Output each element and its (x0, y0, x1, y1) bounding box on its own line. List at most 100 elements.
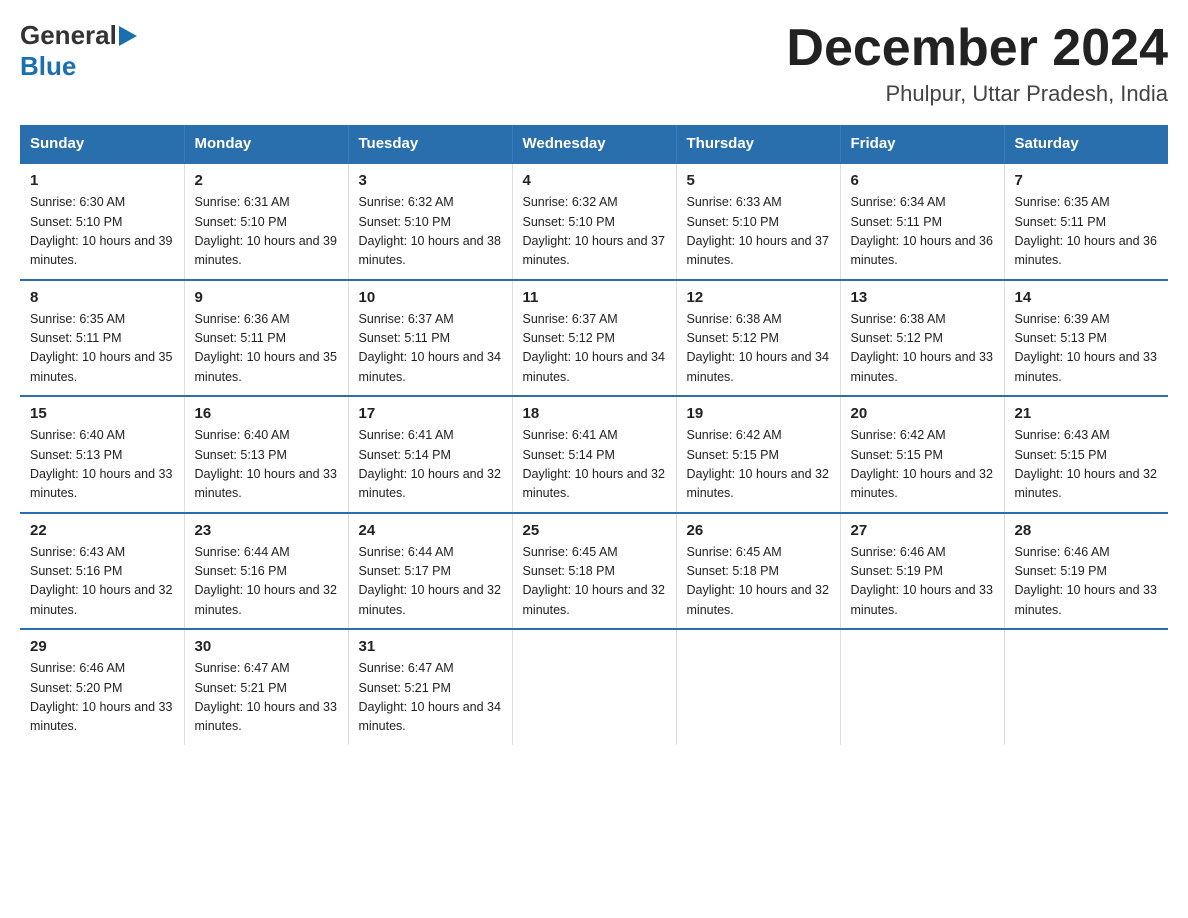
day-info: Sunrise: 6:44 AMSunset: 5:17 PMDaylight:… (359, 543, 502, 621)
calendar-header-tuesday: Tuesday (348, 125, 512, 163)
day-number: 29 (30, 638, 174, 655)
calendar-cell: 14 Sunrise: 6:39 AMSunset: 5:13 PMDaylig… (1004, 280, 1168, 397)
calendar-cell: 3 Sunrise: 6:32 AMSunset: 5:10 PMDayligh… (348, 163, 512, 280)
day-info: Sunrise: 6:41 AMSunset: 5:14 PMDaylight:… (359, 426, 502, 504)
calendar-header-friday: Friday (840, 125, 1004, 163)
day-info: Sunrise: 6:32 AMSunset: 5:10 PMDaylight:… (359, 193, 502, 271)
day-info: Sunrise: 6:42 AMSunset: 5:15 PMDaylight:… (687, 426, 830, 504)
day-info: Sunrise: 6:46 AMSunset: 5:19 PMDaylight:… (1015, 543, 1159, 621)
calendar-cell: 9 Sunrise: 6:36 AMSunset: 5:11 PMDayligh… (184, 280, 348, 397)
day-number: 18 (523, 405, 666, 422)
day-info: Sunrise: 6:36 AMSunset: 5:11 PMDaylight:… (195, 310, 338, 388)
logo: General Blue (20, 20, 139, 82)
day-number: 25 (523, 522, 666, 539)
calendar-cell: 7 Sunrise: 6:35 AMSunset: 5:11 PMDayligh… (1004, 163, 1168, 280)
calendar-cell: 23 Sunrise: 6:44 AMSunset: 5:16 PMDaylig… (184, 513, 348, 630)
day-info: Sunrise: 6:38 AMSunset: 5:12 PMDaylight:… (687, 310, 830, 388)
day-number: 21 (1015, 405, 1159, 422)
day-info: Sunrise: 6:45 AMSunset: 5:18 PMDaylight:… (523, 543, 666, 621)
calendar-header-saturday: Saturday (1004, 125, 1168, 163)
day-number: 2 (195, 172, 338, 189)
day-info: Sunrise: 6:45 AMSunset: 5:18 PMDaylight:… (687, 543, 830, 621)
calendar-cell: 17 Sunrise: 6:41 AMSunset: 5:14 PMDaylig… (348, 396, 512, 513)
day-number: 24 (359, 522, 502, 539)
calendar-cell: 20 Sunrise: 6:42 AMSunset: 5:15 PMDaylig… (840, 396, 1004, 513)
day-number: 20 (851, 405, 994, 422)
calendar-cell: 19 Sunrise: 6:42 AMSunset: 5:15 PMDaylig… (676, 396, 840, 513)
day-number: 8 (30, 289, 174, 306)
logo-text-blue: Blue (20, 51, 76, 81)
day-info: Sunrise: 6:35 AMSunset: 5:11 PMDaylight:… (1015, 193, 1159, 271)
logo-arrow-icon (117, 25, 139, 47)
day-number: 10 (359, 289, 502, 306)
day-number: 11 (523, 289, 666, 306)
day-info: Sunrise: 6:38 AMSunset: 5:12 PMDaylight:… (851, 310, 994, 388)
day-info: Sunrise: 6:39 AMSunset: 5:13 PMDaylight:… (1015, 310, 1159, 388)
day-number: 3 (359, 172, 502, 189)
page-title: December 2024 (786, 20, 1168, 77)
day-info: Sunrise: 6:30 AMSunset: 5:10 PMDaylight:… (30, 193, 174, 271)
day-info: Sunrise: 6:42 AMSunset: 5:15 PMDaylight:… (851, 426, 994, 504)
day-number: 12 (687, 289, 830, 306)
day-number: 30 (195, 638, 338, 655)
calendar-cell: 24 Sunrise: 6:44 AMSunset: 5:17 PMDaylig… (348, 513, 512, 630)
calendar-cell (1004, 629, 1168, 745)
day-number: 26 (687, 522, 830, 539)
day-number: 9 (195, 289, 338, 306)
calendar-cell: 10 Sunrise: 6:37 AMSunset: 5:11 PMDaylig… (348, 280, 512, 397)
day-number: 1 (30, 172, 174, 189)
day-number: 31 (359, 638, 502, 655)
calendar-cell: 16 Sunrise: 6:40 AMSunset: 5:13 PMDaylig… (184, 396, 348, 513)
day-number: 27 (851, 522, 994, 539)
day-info: Sunrise: 6:47 AMSunset: 5:21 PMDaylight:… (195, 659, 338, 737)
day-number: 5 (687, 172, 830, 189)
logo-text-general: General (20, 20, 117, 51)
day-number: 13 (851, 289, 994, 306)
day-number: 28 (1015, 522, 1159, 539)
day-info: Sunrise: 6:32 AMSunset: 5:10 PMDaylight:… (523, 193, 666, 271)
calendar-table: SundayMondayTuesdayWednesdayThursdayFrid… (20, 125, 1168, 745)
calendar-cell: 21 Sunrise: 6:43 AMSunset: 5:15 PMDaylig… (1004, 396, 1168, 513)
day-number: 19 (687, 405, 830, 422)
calendar-week-row: 8 Sunrise: 6:35 AMSunset: 5:11 PMDayligh… (20, 280, 1168, 397)
calendar-cell: 8 Sunrise: 6:35 AMSunset: 5:11 PMDayligh… (20, 280, 184, 397)
day-info: Sunrise: 6:46 AMSunset: 5:20 PMDaylight:… (30, 659, 174, 737)
day-info: Sunrise: 6:43 AMSunset: 5:16 PMDaylight:… (30, 543, 174, 621)
calendar-cell (840, 629, 1004, 745)
day-info: Sunrise: 6:43 AMSunset: 5:15 PMDaylight:… (1015, 426, 1159, 504)
calendar-cell: 5 Sunrise: 6:33 AMSunset: 5:10 PMDayligh… (676, 163, 840, 280)
day-info: Sunrise: 6:34 AMSunset: 5:11 PMDaylight:… (851, 193, 994, 271)
calendar-week-row: 15 Sunrise: 6:40 AMSunset: 5:13 PMDaylig… (20, 396, 1168, 513)
calendar-cell: 12 Sunrise: 6:38 AMSunset: 5:12 PMDaylig… (676, 280, 840, 397)
calendar-week-row: 1 Sunrise: 6:30 AMSunset: 5:10 PMDayligh… (20, 163, 1168, 280)
day-info: Sunrise: 6:41 AMSunset: 5:14 PMDaylight:… (523, 426, 666, 504)
calendar-cell: 2 Sunrise: 6:31 AMSunset: 5:10 PMDayligh… (184, 163, 348, 280)
day-number: 22 (30, 522, 174, 539)
calendar-cell: 30 Sunrise: 6:47 AMSunset: 5:21 PMDaylig… (184, 629, 348, 745)
calendar-cell (676, 629, 840, 745)
day-number: 7 (1015, 172, 1159, 189)
calendar-cell: 29 Sunrise: 6:46 AMSunset: 5:20 PMDaylig… (20, 629, 184, 745)
day-number: 23 (195, 522, 338, 539)
calendar-cell: 1 Sunrise: 6:30 AMSunset: 5:10 PMDayligh… (20, 163, 184, 280)
calendar-cell: 26 Sunrise: 6:45 AMSunset: 5:18 PMDaylig… (676, 513, 840, 630)
calendar-cell: 13 Sunrise: 6:38 AMSunset: 5:12 PMDaylig… (840, 280, 1004, 397)
calendar-header-sunday: Sunday (20, 125, 184, 163)
calendar-cell: 31 Sunrise: 6:47 AMSunset: 5:21 PMDaylig… (348, 629, 512, 745)
day-number: 6 (851, 172, 994, 189)
calendar-week-row: 22 Sunrise: 6:43 AMSunset: 5:16 PMDaylig… (20, 513, 1168, 630)
calendar-cell: 11 Sunrise: 6:37 AMSunset: 5:12 PMDaylig… (512, 280, 676, 397)
calendar-cell: 22 Sunrise: 6:43 AMSunset: 5:16 PMDaylig… (20, 513, 184, 630)
calendar-week-row: 29 Sunrise: 6:46 AMSunset: 5:20 PMDaylig… (20, 629, 1168, 745)
calendar-header-monday: Monday (184, 125, 348, 163)
day-info: Sunrise: 6:44 AMSunset: 5:16 PMDaylight:… (195, 543, 338, 621)
page-header: General Blue December 2024 Phulpur, Utta… (20, 20, 1168, 107)
calendar-cell: 6 Sunrise: 6:34 AMSunset: 5:11 PMDayligh… (840, 163, 1004, 280)
day-info: Sunrise: 6:37 AMSunset: 5:12 PMDaylight:… (523, 310, 666, 388)
title-section: December 2024 Phulpur, Uttar Pradesh, In… (786, 20, 1168, 107)
day-info: Sunrise: 6:33 AMSunset: 5:10 PMDaylight:… (687, 193, 830, 271)
day-info: Sunrise: 6:40 AMSunset: 5:13 PMDaylight:… (195, 426, 338, 504)
day-info: Sunrise: 6:35 AMSunset: 5:11 PMDaylight:… (30, 310, 174, 388)
calendar-cell: 25 Sunrise: 6:45 AMSunset: 5:18 PMDaylig… (512, 513, 676, 630)
day-number: 15 (30, 405, 174, 422)
